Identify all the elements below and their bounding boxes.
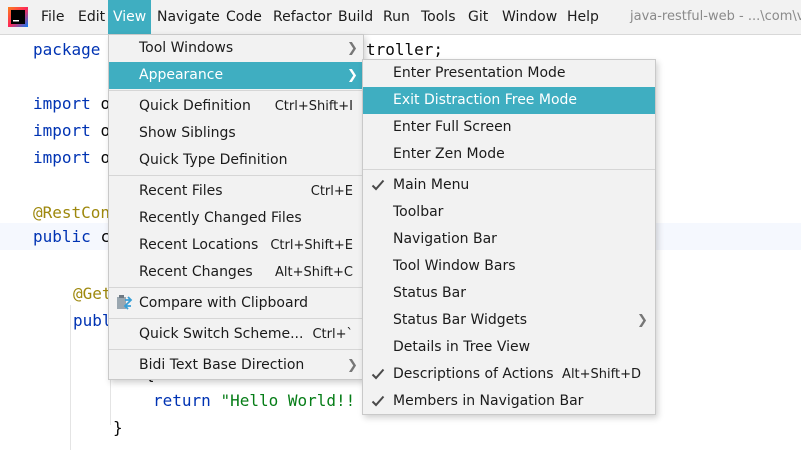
chevron-right-icon: ❯	[637, 313, 648, 328]
menu-build[interactable]: Build	[333, 0, 378, 34]
menu-item-navigation-bar[interactable]: Navigation Bar	[363, 226, 655, 253]
menu-separator	[109, 318, 363, 319]
window-title: java-restful-web - ...\com\vb	[630, 9, 801, 24]
menu-separator	[363, 169, 655, 170]
menu-item-status-bar[interactable]: Status Bar	[363, 280, 655, 307]
menu-separator	[109, 175, 363, 176]
menu-item-enter-presentation-mode[interactable]: Enter Presentation Mode	[363, 60, 655, 87]
menu-item-status-bar-widgets[interactable]: Status Bar Widgets ❯	[363, 307, 655, 334]
menu-item-main-menu[interactable]: Main Menu	[363, 172, 655, 199]
menu-navigate[interactable]: Navigate	[152, 0, 225, 34]
code-line: public c	[33, 227, 111, 246]
menu-item-descriptions-of-actions[interactable]: Descriptions of Actions Alt+Shift+D	[363, 361, 655, 388]
code-line: import o	[33, 148, 111, 167]
menu-item-bidi-text-base-direction[interactable]: Bidi Text Base Direction ❯	[109, 352, 363, 379]
menu-edit[interactable]: Edit	[73, 0, 110, 34]
menu-help[interactable]: Help	[562, 0, 604, 34]
intellij-logo-icon[interactable]	[8, 7, 28, 27]
view-menu: Tool Windows ❯ Appearance ❯ Quick Defini…	[108, 34, 364, 380]
code-line: @Get	[73, 284, 112, 303]
menu-view[interactable]: View	[108, 0, 152, 34]
chevron-right-icon: ❯	[347, 41, 358, 56]
menu-refactor[interactable]: Refactor	[268, 0, 337, 34]
menu-window[interactable]: Window	[497, 0, 562, 34]
menu-run[interactable]: Run	[378, 0, 415, 34]
menu-tools[interactable]: Tools	[416, 0, 461, 34]
menu-item-tool-windows[interactable]: Tool Windows ❯	[109, 35, 363, 62]
chevron-right-icon: ❯	[347, 358, 358, 373]
code-line: package ctroller;	[33, 40, 444, 59]
menu-file[interactable]: File	[36, 0, 69, 34]
menu-item-tool-window-bars[interactable]: Tool Window Bars	[363, 253, 655, 280]
checkmark-icon	[371, 179, 385, 191]
menu-item-appearance[interactable]: Appearance ❯	[109, 62, 363, 89]
menu-item-recent-locations[interactable]: Recent Locations Ctrl+Shift+E	[109, 232, 363, 259]
menu-item-enter-full-screen[interactable]: Enter Full Screen	[363, 114, 655, 141]
menu-item-quick-definition[interactable]: Quick Definition Ctrl+Shift+I	[109, 93, 363, 120]
checkmark-icon	[371, 368, 385, 380]
code-line: publ	[73, 311, 112, 330]
code-line: import o	[33, 94, 111, 113]
menu-git[interactable]: Git	[463, 0, 493, 34]
compare-clipboard-icon	[117, 295, 133, 310]
menu-item-details-in-tree-view[interactable]: Details in Tree View	[363, 334, 655, 361]
menu-item-toolbar[interactable]: Toolbar	[363, 199, 655, 226]
main-menubar: File Edit View Navigate Code Refactor Bu…	[0, 0, 801, 35]
menu-separator	[109, 90, 363, 91]
menu-item-compare-with-clipboard[interactable]: Compare with Clipboard	[109, 290, 363, 317]
indent-guide	[70, 305, 71, 450]
code-line: }	[113, 418, 123, 437]
menu-item-show-siblings[interactable]: Show Siblings	[109, 120, 363, 147]
menu-code[interactable]: Code	[221, 0, 267, 34]
code-line: import o	[33, 121, 111, 140]
menu-item-quick-switch-scheme[interactable]: Quick Switch Scheme... Ctrl+`	[109, 321, 363, 348]
menu-item-exit-distraction-free-mode[interactable]: Exit Distraction Free Mode	[363, 87, 655, 114]
chevron-right-icon: ❯	[347, 68, 358, 83]
menu-item-enter-zen-mode[interactable]: Enter Zen Mode	[363, 141, 655, 168]
menu-item-recently-changed-files[interactable]: Recently Changed Files	[109, 205, 363, 232]
menu-separator	[109, 287, 363, 288]
checkmark-icon	[371, 395, 385, 407]
menu-item-recent-files[interactable]: Recent Files Ctrl+E	[109, 178, 363, 205]
menu-item-quick-type-definition[interactable]: Quick Type Definition	[109, 147, 363, 174]
appearance-submenu: Enter Presentation Mode Exit Distraction…	[362, 59, 656, 415]
code-line: return "Hello World!!	[153, 391, 356, 410]
menu-item-members-in-navigation-bar[interactable]: Members in Navigation Bar	[363, 388, 655, 415]
code-line: @RestCon	[33, 203, 111, 222]
menu-separator	[109, 349, 363, 350]
menu-item-recent-changes[interactable]: Recent Changes Alt+Shift+C	[109, 259, 363, 286]
